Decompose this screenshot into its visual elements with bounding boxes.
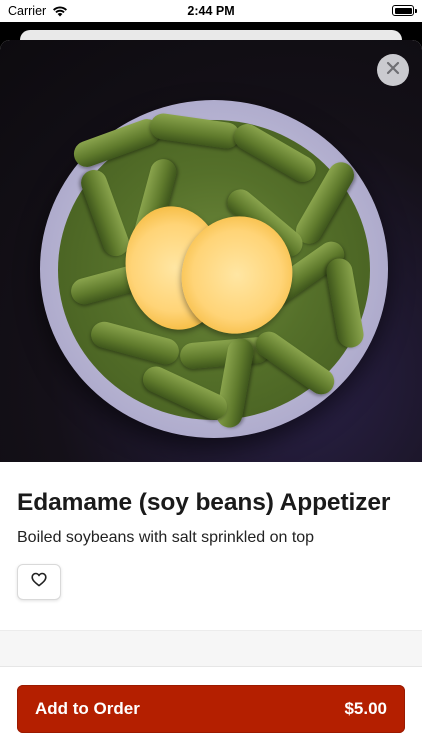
item-title: Edamame (soy beans) Appetizer	[17, 489, 391, 516]
item-description: Boiled soybeans with salt sprinkled on t…	[17, 529, 315, 546]
favorite-button[interactable]	[17, 564, 61, 600]
order-price: $5.00	[344, 699, 387, 718]
item-info: Edamame (soy beans) Appetizer Boiled soy…	[0, 488, 422, 600]
close-icon	[386, 61, 400, 80]
status-bar: Carrier 2:44 PM	[0, 0, 422, 22]
section-divider	[0, 630, 422, 667]
item-detail-sheet: Edamame (soy beans) Appetizer Boiled soy…	[0, 40, 422, 750]
close-button[interactable]	[377, 54, 409, 86]
item-photo	[0, 40, 422, 462]
add-to-order-label: Add to Order	[35, 699, 140, 718]
add-to-order-button[interactable]: Add to Order $5.00	[17, 685, 405, 733]
status-time: 2:44 PM	[187, 4, 235, 18]
order-footer: Add to Order $5.00	[0, 666, 422, 750]
heart-outline-icon	[31, 572, 47, 592]
battery-icon	[392, 5, 417, 16]
